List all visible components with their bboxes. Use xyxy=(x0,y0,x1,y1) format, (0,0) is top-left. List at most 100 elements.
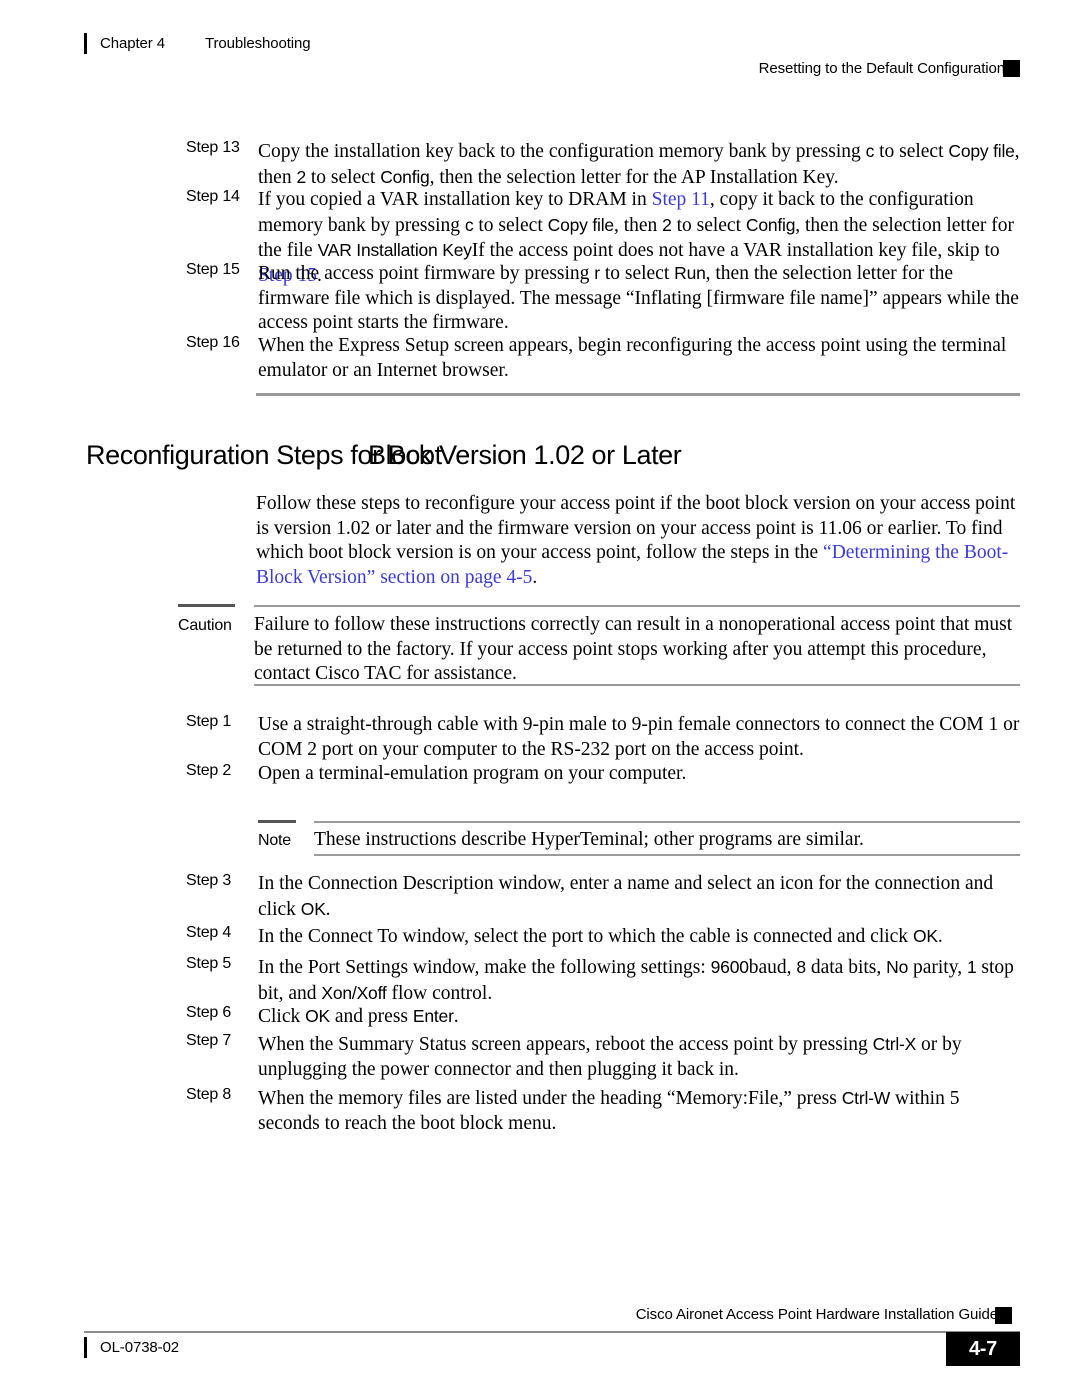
body-text: In the Connect To window, select the por… xyxy=(258,926,913,947)
command-literal: Ctrl-X xyxy=(872,1034,917,1054)
header-topic-label: Troubleshooting xyxy=(204,34,311,52)
footer-doc-id: OL-0738-02 xyxy=(100,1339,180,1356)
caution-admonition: Caution Failure to follow these instruct… xyxy=(178,604,1020,686)
body-text: . xyxy=(532,566,538,588)
intro-paragraph: Follow these steps to reconfigure your a… xyxy=(256,492,1020,590)
step-item: Step 7 When the Summary Status screen app… xyxy=(186,1032,1022,1082)
caution-text: Failure to follow these instructions cor… xyxy=(254,614,1013,685)
step-label: Step 6 xyxy=(186,1004,232,1021)
header-section-group: Resetting to the Default Configuration xyxy=(759,60,1020,77)
step-item: Step 15 Run the access point firmware by … xyxy=(186,261,1022,336)
header-square-marker xyxy=(1003,60,1020,77)
step-body: Open a terminal-emulation program on you… xyxy=(258,762,1022,787)
body-text: If you copied a VAR installation key to … xyxy=(258,189,652,210)
step-body: When the memory files are listed under t… xyxy=(258,1086,1022,1136)
body-text: , then xyxy=(613,214,663,236)
step-item: Step 13 Copy the installation key back to… xyxy=(186,139,1022,190)
step-body: Run the access point firmware by pressin… xyxy=(258,261,1022,336)
document-page: Chapter 4 Troubleshooting Resetting to t… xyxy=(0,0,1080,1397)
step-label: Step 1 xyxy=(186,713,232,730)
body-text: When the memory files are listed under t… xyxy=(258,1088,842,1109)
page-header: Chapter 4 Troubleshooting Resetting to t… xyxy=(84,32,1020,84)
step-label: Step 16 xyxy=(186,334,240,351)
note-text: These instructions describe HyperTeminal… xyxy=(314,829,864,850)
body-text: , then the selection letter for the AP I… xyxy=(429,166,839,188)
caution-top-rule xyxy=(254,605,1020,607)
body-text: . xyxy=(937,926,943,947)
body-text: Use a straight-through cable with 9-pin … xyxy=(258,714,1020,760)
section-heading-overlap: Reconfiguration Steps for Boot Block Vers… xyxy=(86,440,682,471)
command-literal: No xyxy=(886,957,909,977)
step-item: Step 3 In the Connection Description wind… xyxy=(186,872,1022,922)
header-chapter-label: Chapter 4 xyxy=(100,34,165,52)
command-literal: Copy file xyxy=(547,214,614,235)
step-item: Step 5 In the Port Settings window, make … xyxy=(186,955,1022,1006)
cross-reference-link[interactable]: Step 11 xyxy=(652,189,710,210)
step-label: Step 2 xyxy=(186,762,232,779)
body-text: and press xyxy=(330,1006,413,1027)
body-text: to select xyxy=(671,214,746,236)
section-divider-rule xyxy=(256,393,1020,396)
footer-accent-bar xyxy=(84,1337,87,1358)
body-text: Run the access point firmware by pressin… xyxy=(258,263,595,284)
body-text: When the Summary Status screen appears, … xyxy=(258,1034,873,1055)
footer-rule xyxy=(84,1331,1020,1333)
command-literal: 2 xyxy=(296,166,306,187)
command-literal: Enter xyxy=(412,1006,454,1026)
note-bottom-rule xyxy=(314,854,1020,856)
step-body: When the Express Setup screen appears, b… xyxy=(258,334,1022,383)
footer-doc-group: OL-0738-02 xyxy=(84,1337,179,1358)
command-literal: c xyxy=(865,141,875,161)
body-text: to select xyxy=(599,263,675,284)
note-tag-label: Note xyxy=(258,832,291,849)
body-text: data bits, xyxy=(805,957,887,978)
body-text: When the Express Setup screen appears, b… xyxy=(258,335,1007,381)
command-literal: 2 xyxy=(662,214,672,235)
body-text: If the access point does not have a VAR … xyxy=(471,240,1000,262)
body-text: to select xyxy=(473,214,548,236)
body-text: In the Connection Description window, en… xyxy=(258,873,994,920)
step-body: Use a straight-through cable with 9-pin … xyxy=(258,713,1022,762)
step-body: Click OK and press Enter. xyxy=(258,1004,1022,1030)
footer-square-marker xyxy=(995,1307,1012,1324)
step-label: Step 7 xyxy=(186,1032,232,1049)
command-literal: Run xyxy=(674,263,706,283)
step-body: When the Summary Status screen appears, … xyxy=(258,1032,1022,1082)
step-body: In the Port Settings window, make the fo… xyxy=(258,955,1022,1006)
caution-bottom-rule xyxy=(254,684,1020,686)
command-literal: 8 xyxy=(796,957,806,977)
command-literal: OK xyxy=(305,1006,331,1026)
command-literal: Xon/Xoff xyxy=(321,982,387,1003)
command-literal: Config xyxy=(745,214,796,235)
command-literal: OK xyxy=(300,898,326,919)
step-item: Step 8 When the memory files are listed u… xyxy=(186,1086,1022,1136)
step-item: Step 6 Click OK and press Enter. xyxy=(186,1004,1022,1030)
step-body: Copy the installation key back to the co… xyxy=(258,139,1022,190)
step-item: Step 16 When the Express Setup screen app… xyxy=(186,334,1022,383)
body-text: parity, xyxy=(908,957,967,978)
body-text: Open a terminal-emulation program on you… xyxy=(258,763,687,784)
command-literal: OK xyxy=(912,926,938,946)
page-footer: Cisco Aironet Access Point Hardware Inst… xyxy=(84,1306,1020,1376)
page-title: Reconfiguration Steps for Boot Block Vers… xyxy=(86,440,682,471)
step-body: In the Connect To window, select the por… xyxy=(258,924,1022,950)
step-label: Step 4 xyxy=(186,924,232,941)
body-text: In the Port Settings window, make the fo… xyxy=(258,957,711,978)
header-accent-bar xyxy=(84,32,87,54)
step-item: Step 1 Use a straight-through cable with … xyxy=(186,713,1022,762)
step-label: Step 3 xyxy=(186,872,232,889)
section-heading-overlay: Block Version 1.02 or Later xyxy=(368,440,682,470)
caution-tag-label: Caution xyxy=(178,617,232,634)
step-item: Step 2 Open a terminal-emulation program … xyxy=(186,762,1022,787)
header-section-label: Resetting to the Default Configuration xyxy=(758,60,1005,77)
note-tag-rule xyxy=(258,820,296,823)
command-literal: Ctrl-W xyxy=(841,1088,891,1108)
body-text: to select xyxy=(306,166,381,188)
step-body: In the Connection Description window, en… xyxy=(258,872,1022,922)
note-top-rule xyxy=(314,821,1020,823)
header-chapter-group: Chapter 4 Troubleshooting xyxy=(84,32,311,54)
footer-guide-group: Cisco Aironet Access Point Hardware Inst… xyxy=(636,1306,998,1323)
step-label: Step 5 xyxy=(186,955,232,972)
command-literal: 9600 xyxy=(710,957,749,977)
step-label: Step 8 xyxy=(186,1086,232,1103)
